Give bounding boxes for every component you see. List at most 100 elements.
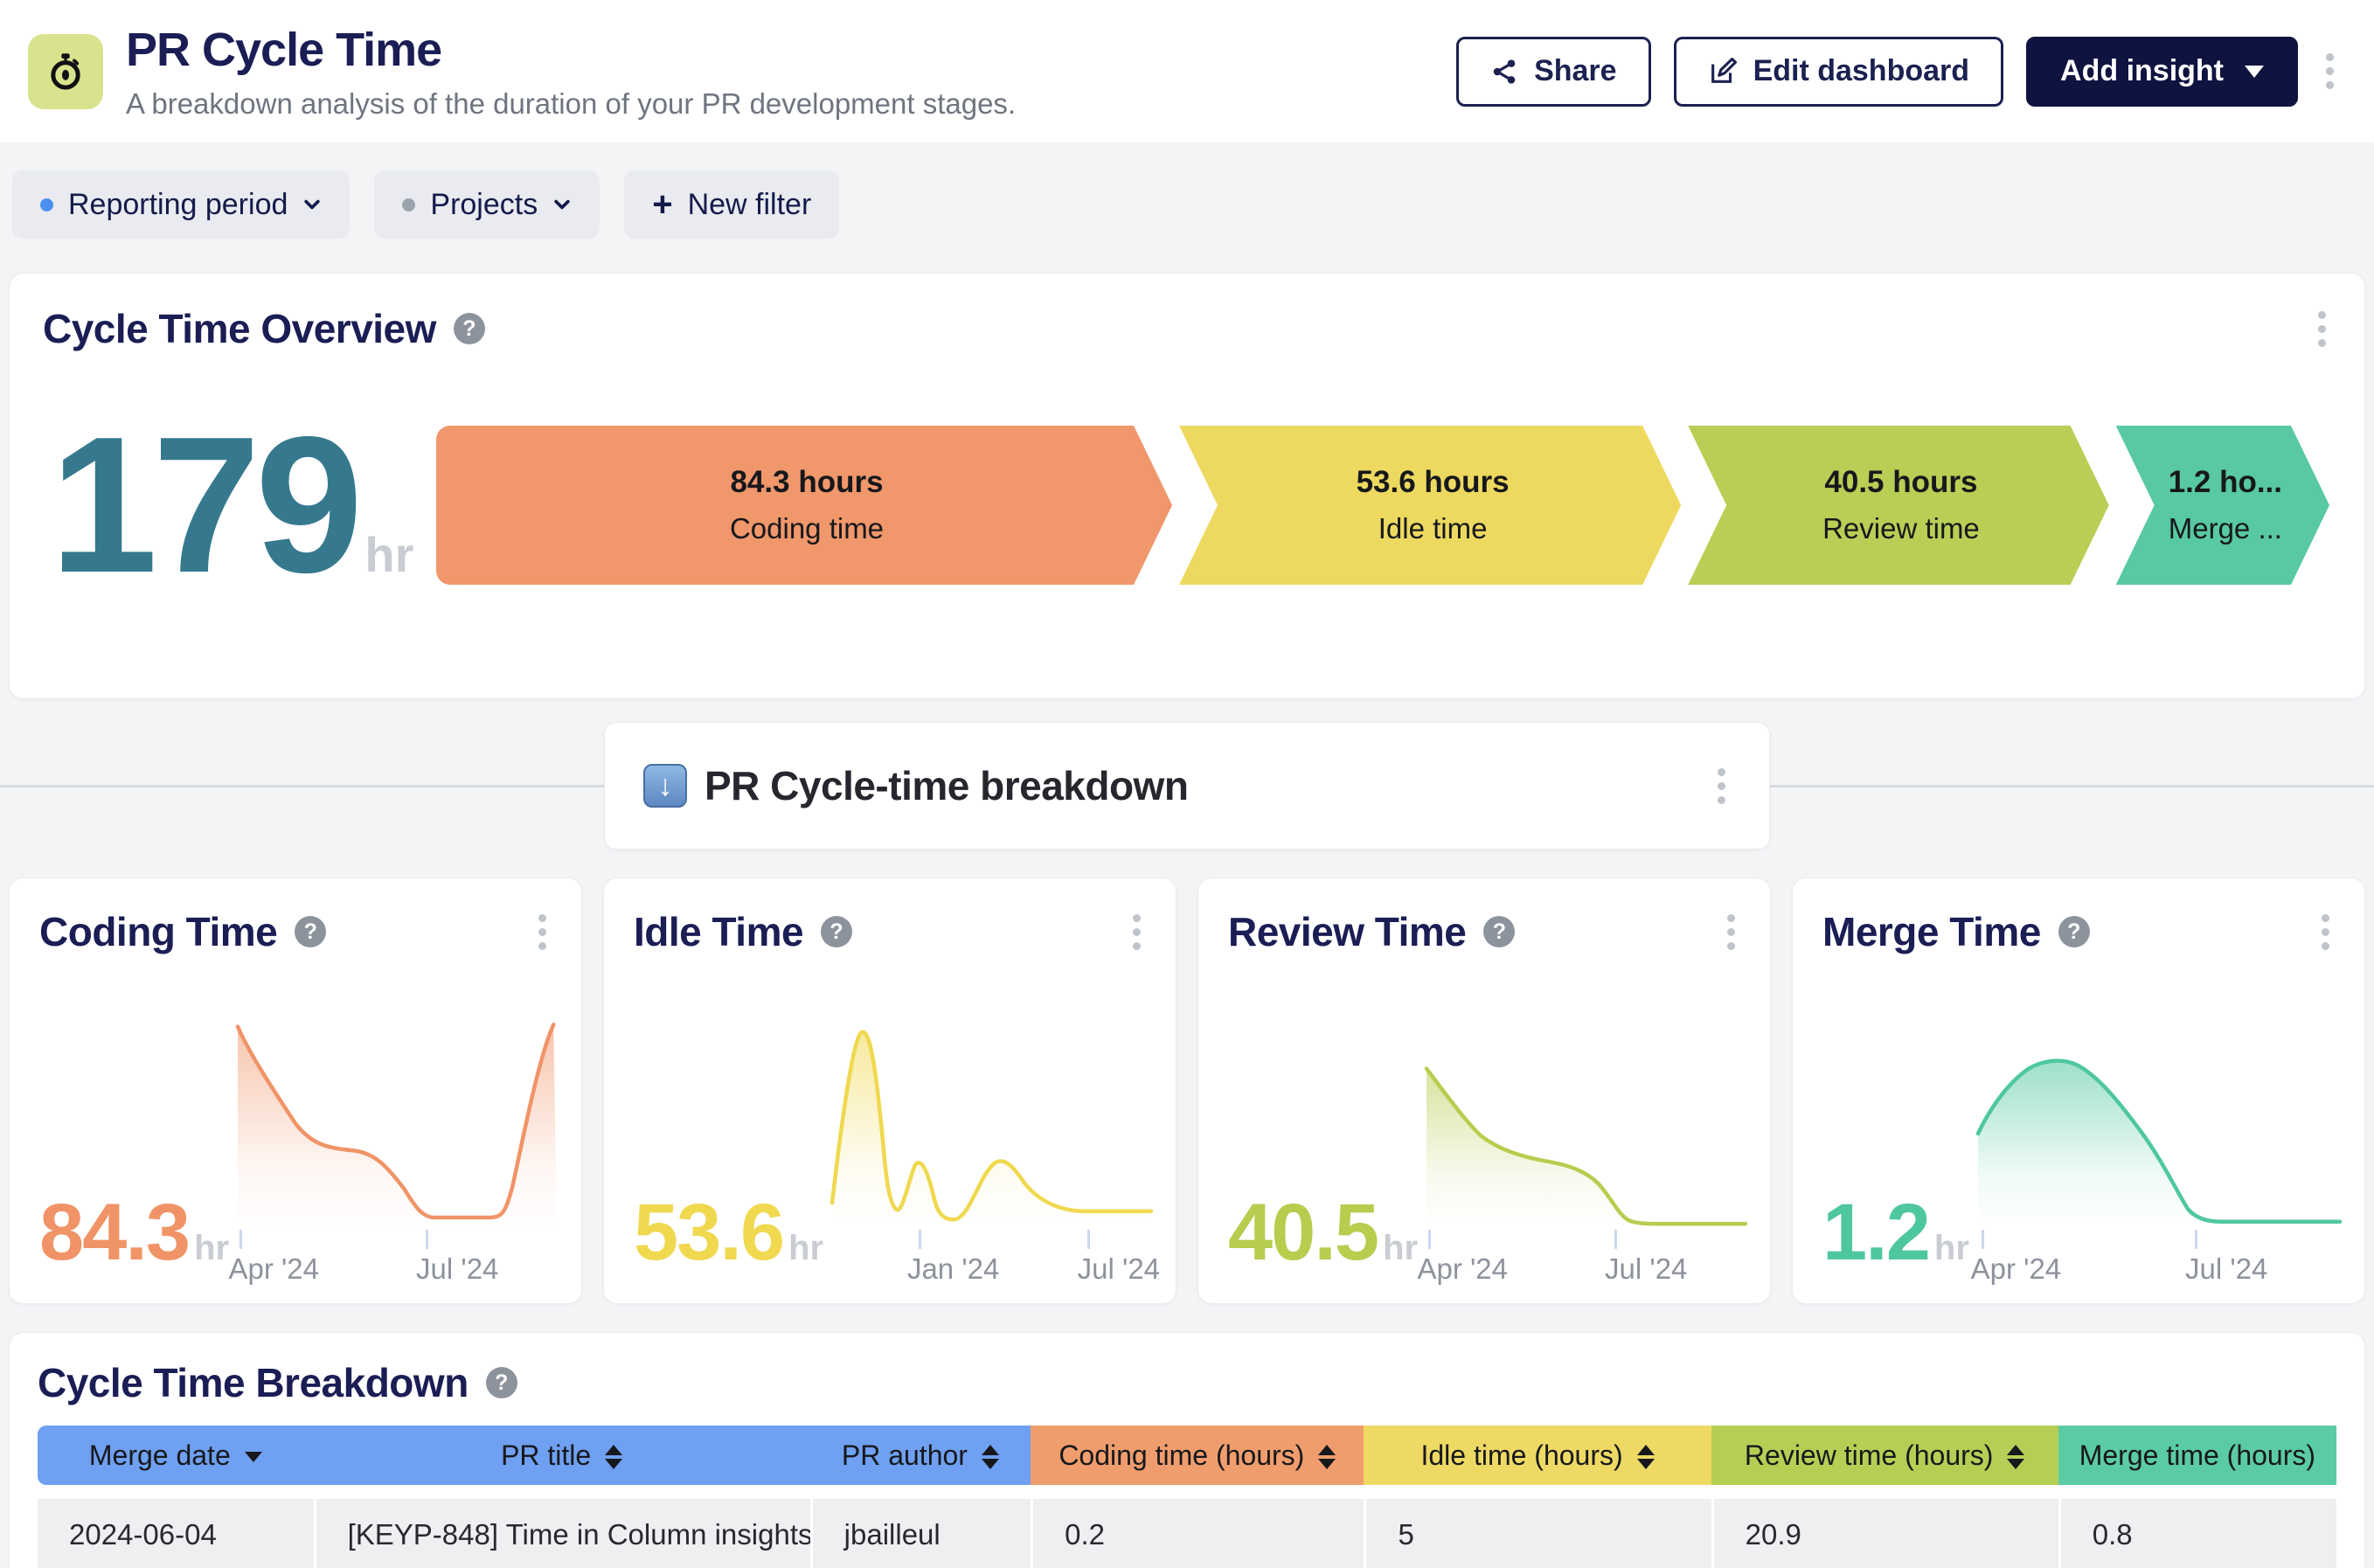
chart-summary-unit: hr: [1934, 1229, 1969, 1267]
sparkline-chart: Jan '24Jul '24: [832, 1018, 1151, 1282]
sort-desc-icon: [245, 1452, 262, 1462]
chart-summary-unit: hr: [194, 1229, 229, 1267]
merge-time-card: Merge Time ? 1.2hr Apr '24Jul '24: [1792, 878, 2365, 1304]
sparkline-chart: Apr '24Jul '24: [1978, 1018, 2340, 1282]
filter-projects[interactable]: Projects: [374, 170, 600, 239]
share-label: Share: [1534, 54, 1617, 88]
add-insight-button[interactable]: Add insight: [2026, 37, 2298, 107]
share-button[interactable]: Share: [1456, 37, 1651, 107]
chart-summary-unit: hr: [1383, 1229, 1418, 1267]
table-body: 2024-06-04[KEYP-848] Time in Column insi…: [38, 1499, 2336, 1568]
funnel-segment-coding-time[interactable]: 84.3 hours Coding time: [436, 426, 1172, 585]
table-row[interactable]: 2024-06-04[KEYP-848] Time in Column insi…: [38, 1499, 2336, 1568]
axis-tick-label: Apr '24: [1971, 1252, 2062, 1286]
column-header-review-time-hours[interactable]: Review time (hours): [1711, 1426, 2058, 1485]
axis-tick-label: Jan '24: [907, 1252, 999, 1286]
funnel-stage-value: 84.3 hours: [730, 465, 883, 500]
column-header-merge-time-hours[interactable]: Merge time (hours): [2058, 1426, 2336, 1485]
banner-row: ↓ PR Cycle-time breakdown: [0, 722, 2374, 850]
chart-title: Merge Time: [1822, 908, 2041, 955]
column-header-pr-author[interactable]: PR author: [810, 1426, 1031, 1485]
table-header: Merge date PR title PR author Coding time (…: [38, 1426, 2336, 1485]
chart-kebab-menu-icon[interactable]: [2316, 909, 2335, 955]
total-cycle-time-unit: hr: [364, 527, 413, 582]
column-header-label: PR author: [842, 1440, 968, 1471]
axis-tick-mark: [1614, 1230, 1617, 1249]
funnel-segment-review-time[interactable]: 40.5 hoursReview time: [1688, 426, 2108, 585]
funnel-stage-label: Coding time: [730, 512, 884, 545]
new-filter-label: New filter: [688, 188, 812, 222]
column-header-idle-time-hours[interactable]: Idle time (hours): [1364, 1426, 1711, 1485]
help-icon[interactable]: ?: [1483, 916, 1515, 947]
filter-bar: Reporting period Projects + New filter: [0, 142, 2374, 267]
sort-both-icon: [1637, 1445, 1655, 1469]
chevron-down-icon: [552, 195, 572, 214]
axis-tick-mark: [2195, 1230, 2197, 1249]
funnel-stage-value: 1.2 ho...: [2169, 465, 2282, 500]
table-cell: 2024-06-04: [38, 1499, 314, 1568]
chart-kebab-menu-icon[interactable]: [533, 909, 552, 955]
sort-both-icon: [982, 1445, 999, 1469]
help-icon[interactable]: ?: [486, 1367, 517, 1398]
column-header-coding-time-hours[interactable]: Coding time (hours): [1031, 1426, 1364, 1485]
table-cell: [KEYP-848] Time in Column insights: [314, 1499, 810, 1568]
column-header-label: Coding time (hours): [1059, 1440, 1304, 1471]
cycle-funnel: 84.3 hours Coding time 53.6 hoursIdle time…: [436, 426, 2329, 585]
chart-summary: 53.6hr: [634, 1202, 823, 1268]
chart-summary-value: 53.6: [634, 1188, 783, 1277]
column-header-label: PR title: [501, 1440, 591, 1471]
table-cell: 0.8: [2058, 1499, 2336, 1568]
funnel-segment-idle-time[interactable]: 53.6 hoursIdle time: [1179, 426, 1681, 585]
sparkline-chart: Apr '24Jul '24: [1426, 1018, 1746, 1282]
column-header-merge-date[interactable]: Merge date: [38, 1426, 314, 1485]
sparkline-chart: Apr '24Jul '24: [238, 1018, 557, 1282]
axis-tick-mark: [426, 1230, 428, 1249]
help-icon[interactable]: ?: [454, 313, 485, 344]
cycle-time-overview-card: Cycle Time Overview ? 179hr 84.3 hoursCo…: [9, 273, 2365, 699]
total-cycle-time-value: 179: [50, 397, 357, 614]
column-header-label: Merge date: [89, 1440, 231, 1471]
x-axis: Jan '24Jul '24: [832, 1228, 1151, 1282]
funnel-stage-label: Idle time: [1378, 512, 1488, 545]
chart-kebab-menu-icon[interactable]: [1722, 909, 1740, 955]
page-title: PR Cycle Time: [126, 23, 1016, 77]
table-cell: 20.9: [1711, 1499, 2058, 1568]
axis-tick-label: Apr '24: [1417, 1252, 1508, 1286]
funnel-segment-merge[interactable]: 1.2 ho...Merge ...: [2116, 426, 2329, 585]
axis-tick-mark: [1982, 1230, 1984, 1249]
overview-kebab-menu-icon[interactable]: [2313, 306, 2331, 352]
filter-reporting-period[interactable]: Reporting period: [12, 170, 350, 239]
chart-title: Coding Time: [39, 908, 277, 955]
help-icon[interactable]: ?: [295, 916, 326, 947]
axis-tick-label: Jul '24: [416, 1252, 498, 1286]
stopwatch-icon: [28, 34, 103, 109]
cycle-time-breakdown-table-card: Cycle Time Breakdown ? Merge datePR titl…: [9, 1332, 2365, 1568]
chart-summary-value: 40.5: [1228, 1188, 1378, 1277]
pr-cycle-time-dashboard: PR Cycle Time A breakdown analysis of th…: [0, 0, 2374, 1568]
header-kebab-menu-icon[interactable]: [2321, 48, 2339, 94]
breakdown-table: Merge date PR title PR author Coding time (…: [38, 1412, 2336, 1568]
table-cell: 5: [1364, 1499, 1711, 1568]
chart-summary-unit: hr: [788, 1229, 823, 1267]
edit-dashboard-button[interactable]: Edit dashboard: [1674, 37, 2003, 107]
axis-tick-mark: [239, 1230, 242, 1249]
new-filter-button[interactable]: + New filter: [624, 170, 839, 239]
sort-both-icon: [2007, 1445, 2024, 1469]
funnel-stage-value: 40.5 hours: [1824, 465, 1977, 500]
column-header-label: Review time (hours): [1745, 1440, 1994, 1471]
stage-charts-row: Coding Time ? 84.3hr Apr '24Jul '24 Idle…: [9, 878, 2365, 1304]
column-header-pr-title[interactable]: PR title: [314, 1426, 810, 1485]
help-icon[interactable]: ?: [821, 916, 852, 947]
chevron-down-icon: [302, 195, 322, 214]
inactive-filter-dot: [402, 198, 415, 212]
banner-kebab-menu-icon[interactable]: [1712, 763, 1731, 809]
coding-time-card: Coding Time ? 84.3hr Apr '24Jul '24: [9, 878, 582, 1304]
axis-tick-mark: [919, 1230, 921, 1249]
add-insight-label: Add insight: [2060, 54, 2224, 88]
chart-kebab-menu-icon[interactable]: [1128, 909, 1146, 955]
dashboard-header: PR Cycle Time A breakdown analysis of th…: [0, 0, 2374, 142]
chart-title: Idle Time: [634, 908, 803, 955]
help-icon[interactable]: ?: [2058, 916, 2090, 947]
axis-tick-mark: [1428, 1230, 1431, 1249]
share-icon: [1490, 58, 1518, 86]
